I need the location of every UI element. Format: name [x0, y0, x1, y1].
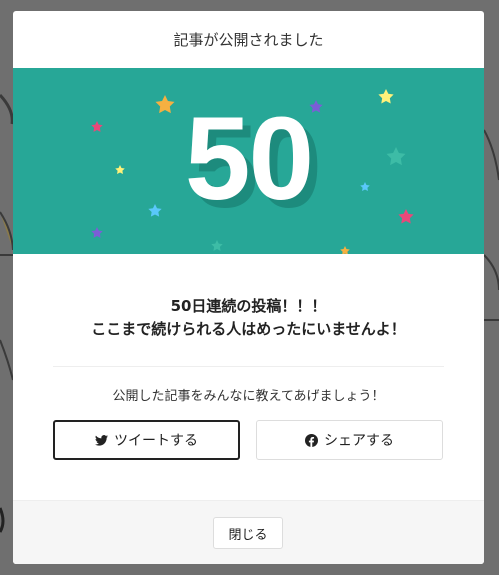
twitter-icon [95, 434, 108, 446]
modal-title: 記事が公開されました [13, 11, 484, 69]
publish-success-modal: 記事が公開されました 50 50日連続の投稿！！！ ここまで続けられる人はめった… [13, 11, 484, 564]
celebration-banner: 50 [13, 68, 484, 254]
tweet-button-label: ツイートする [114, 433, 198, 449]
streak-message-line1: 50日連続の投稿！！！ [170, 297, 327, 315]
streak-message: 50日連続の投稿！！！ ここまで続けられる人はめったにいませんよ！ [13, 295, 484, 341]
modal-overlay[interactable]: 記事が公開されました 50 50日連続の投稿！！！ ここまで続けられる人はめった… [0, 0, 499, 575]
close-button[interactable]: 閉じる [213, 517, 283, 549]
modal-footer: 閉じる [13, 500, 484, 564]
divider [53, 366, 444, 367]
streak-message-line2: ここまで続けられる人はめったにいませんよ！ [91, 320, 406, 338]
share-button[interactable]: シェアする [256, 420, 443, 460]
tweet-button[interactable]: ツイートする [53, 420, 240, 460]
streak-count: 50 [184, 93, 314, 225]
share-button-label: シェアする [324, 433, 394, 449]
share-prompt: 公開した記事をみんなに教えてあげましょう！ [112, 389, 385, 404]
facebook-icon [305, 433, 318, 447]
